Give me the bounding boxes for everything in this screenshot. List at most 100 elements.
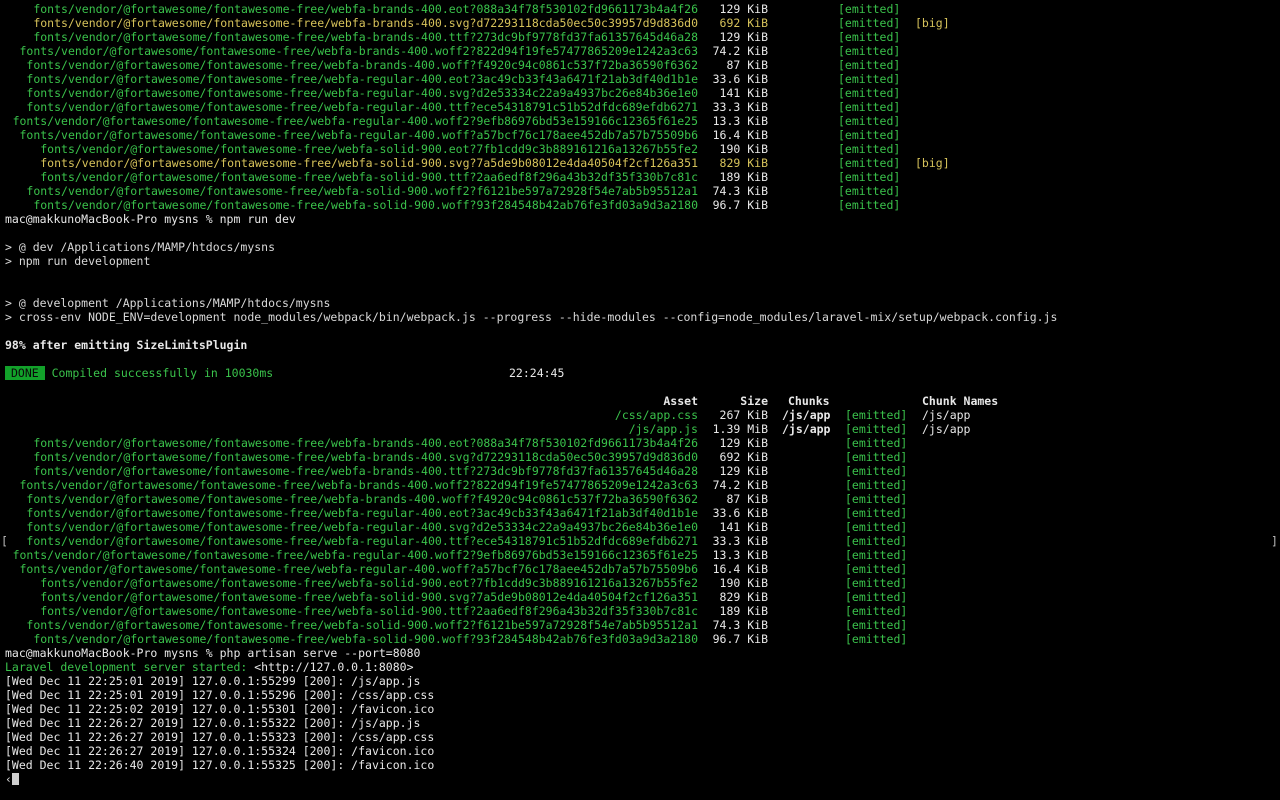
asset-name: fonts/vendor/@fortawesome/fontawesome-fr… [12, 548, 698, 562]
chunk: /js/app [782, 422, 831, 436]
asset-name: fonts/vendor/@fortawesome/fontawesome-fr… [33, 464, 698, 478]
terminal-window[interactable]: { "top_rows": [ {"asset":"fonts/vendor/@… [0, 0, 1280, 800]
compile-status-line: DONE Compiled successfully in 10030ms 22:… [5, 366, 564, 380]
server-log-line: [Wed Dec 11 22:25:01 2019] 127.0.0.1:552… [5, 688, 435, 702]
asset-name: fonts/vendor/@fortawesome/fontawesome-fr… [26, 58, 698, 72]
emitted-status: [emitted] [845, 492, 908, 506]
emitted-status: [emitted] [838, 30, 901, 44]
cursor-prefix: ‹ [5, 772, 12, 786]
asset-size: 74.2 KiB [712, 44, 768, 58]
asset-size: 829 KiB [719, 590, 768, 604]
emitted-status: [emitted] [845, 590, 908, 604]
emitted-status: [emitted] [838, 198, 901, 212]
asset-size: 267 KiB [719, 408, 768, 422]
emitted-status: [emitted] [845, 450, 908, 464]
asset-name: fonts/vendor/@fortawesome/fontawesome-fr… [33, 632, 698, 646]
asset-size: 129 KiB [719, 30, 768, 44]
asset-size: 190 KiB [719, 142, 768, 156]
emitted-status: [emitted] [845, 576, 908, 590]
npm-line: > @ dev /Applications/MAMP/htdocs/mysns [5, 240, 276, 254]
asset-name: fonts/vendor/@fortawesome/fontawesome-fr… [26, 618, 698, 632]
server-log-line: [Wed Dec 11 22:26:27 2019] 127.0.0.1:553… [5, 730, 435, 744]
asset-size: 13.3 KiB [712, 114, 768, 128]
asset-name: fonts/vendor/@fortawesome/fontawesome-fr… [33, 30, 698, 44]
emitted-status: [emitted] [845, 464, 908, 478]
npm-line: > npm run development [5, 254, 151, 268]
asset-size: 692 KiB [719, 16, 768, 30]
prompt-text: mac@makkunoMacBook-Pro mysns % php artis… [5, 646, 421, 660]
laravel-started-line: Laravel development server started: <htt… [5, 660, 414, 674]
asset-name: /js/app.js [628, 422, 698, 436]
laravel-started-label: Laravel development server started: [5, 660, 255, 674]
server-log-line: [Wed Dec 11 22:25:01 2019] 127.0.0.1:552… [5, 674, 421, 688]
asset-size: 189 KiB [719, 170, 768, 184]
asset-name: fonts/vendor/@fortawesome/fontawesome-fr… [33, 450, 698, 464]
asset-size: 74.3 KiB [712, 184, 768, 198]
emitted-status: [emitted] [838, 72, 901, 86]
asset-name: fonts/vendor/@fortawesome/fontawesome-fr… [19, 128, 698, 142]
asset-size: 96.7 KiB [712, 198, 768, 212]
emitted-status: [emitted] [838, 86, 901, 100]
asset-name: fonts/vendor/@fortawesome/fontawesome-fr… [26, 520, 698, 534]
server-log-line: [Wed Dec 11 22:25:02 2019] 127.0.0.1:553… [5, 702, 435, 716]
asset-name: fonts/vendor/@fortawesome/fontawesome-fr… [26, 506, 698, 520]
asset-name: fonts/vendor/@fortawesome/fontawesome-fr… [40, 576, 698, 590]
asset-size: 129 KiB [719, 464, 768, 478]
asset-size: 16.4 KiB [712, 128, 768, 142]
asset-name: fonts/vendor/@fortawesome/fontawesome-fr… [33, 198, 698, 212]
progress-line: 98% after emitting SizeLimitsPlugin [5, 338, 248, 352]
emitted-status: [emitted] [838, 142, 901, 156]
big-flag: [big] [915, 156, 950, 170]
emitted-status: [emitted] [838, 2, 901, 16]
asset-size: 74.3 KiB [712, 618, 768, 632]
emitted-status: [emitted] [845, 478, 908, 492]
emitted-status: [emitted] [845, 422, 908, 436]
asset-name: fonts/vendor/@fortawesome/fontawesome-fr… [19, 478, 698, 492]
emitted-status: [emitted] [838, 170, 901, 184]
server-url[interactable]: <http://127.0.0.1:8080> [254, 660, 413, 674]
emitted-status: [emitted] [845, 506, 908, 520]
cursor-line: ‹ [5, 772, 19, 786]
scroll-edge-left: [ [1, 534, 8, 548]
asset-name: fonts/vendor/@fortawesome/fontawesome-fr… [40, 590, 698, 604]
header-asset: Asset [663, 394, 698, 408]
emitted-status: [emitted] [838, 44, 901, 58]
asset-size: 87 KiB [726, 58, 768, 72]
emitted-status: [emitted] [838, 16, 901, 30]
asset-name: fonts/vendor/@fortawesome/fontawesome-fr… [26, 534, 698, 548]
emitted-status: [emitted] [845, 562, 908, 576]
asset-size: 129 KiB [719, 2, 768, 16]
server-log-line: [Wed Dec 11 22:26:27 2019] 127.0.0.1:553… [5, 716, 421, 730]
emitted-status: [emitted] [845, 436, 908, 450]
asset-name: fonts/vendor/@fortawesome/fontawesome-fr… [26, 184, 698, 198]
emitted-status: [emitted] [845, 604, 908, 618]
asset-size: 13.3 KiB [712, 548, 768, 562]
asset-size: 189 KiB [719, 604, 768, 618]
asset-size: 96.7 KiB [712, 632, 768, 646]
emitted-status: [emitted] [845, 534, 908, 548]
asset-name: /css/app.css [614, 408, 698, 422]
asset-size: 33.3 KiB [712, 100, 768, 114]
asset-size: 87 KiB [726, 492, 768, 506]
header-chunks: Chunks [788, 394, 830, 408]
asset-size: 141 KiB [719, 86, 768, 100]
asset-name: fonts/vendor/@fortawesome/fontawesome-fr… [33, 436, 698, 450]
done-badge: DONE [5, 366, 45, 380]
terminal-output: fonts/vendor/@fortawesome/fontawesome-fr… [0, 0, 1280, 800]
asset-size: 33.6 KiB [712, 506, 768, 520]
emitted-status: [emitted] [845, 548, 908, 562]
prompt-text: mac@makkunoMacBook-Pro mysns % npm run d… [5, 212, 296, 226]
asset-name: fonts/vendor/@fortawesome/fontawesome-fr… [19, 562, 698, 576]
text-cursor[interactable] [11, 773, 19, 785]
header-size: Size [740, 394, 768, 408]
big-flag: [big] [915, 16, 950, 30]
header-chunk-names: Chunk Names [922, 394, 999, 408]
emitted-status: [emitted] [838, 114, 901, 128]
asset-name: fonts/vendor/@fortawesome/fontawesome-fr… [40, 156, 698, 170]
server-log-line: [Wed Dec 11 22:26:27 2019] 127.0.0.1:553… [5, 744, 435, 758]
emitted-status: [emitted] [845, 520, 908, 534]
emitted-status: [emitted] [845, 618, 908, 632]
server-log-line: [Wed Dec 11 22:26:40 2019] 127.0.0.1:553… [5, 758, 435, 772]
emitted-status: [emitted] [838, 100, 901, 114]
chunk-name: /js/app [922, 422, 971, 436]
